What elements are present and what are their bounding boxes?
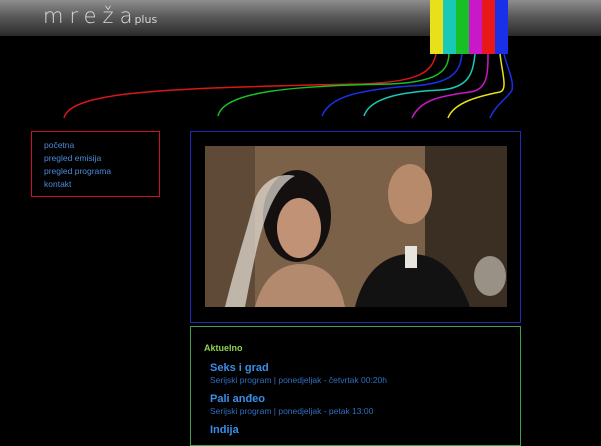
news-item[interactable]: Pali anđeo Serijski program | ponedjelja…: [210, 393, 387, 417]
nav-item-shows[interactable]: pregled emisija: [44, 152, 159, 165]
video-still-image: [205, 146, 507, 307]
main-navigation: početna pregled emisija pregled programa…: [31, 131, 160, 197]
news-item-title[interactable]: Seks i grad: [210, 362, 387, 375]
news-list: Seks i grad Serijski program | ponedjelj…: [210, 362, 387, 444]
news-item-schedule: Serijski program | ponedjeljak - četvrta…: [210, 375, 388, 385]
news-heading: Aktuelno: [204, 343, 243, 353]
nav-item-schedule[interactable]: pregled programa: [44, 165, 159, 178]
news-item[interactable]: Indija: [210, 424, 387, 437]
news-item-schedule: Serijski program | ponedjeljak - petak 1…: [210, 406, 374, 416]
news-item[interactable]: Seks i grad Serijski program | ponedjelj…: [210, 362, 387, 386]
nav-item-home[interactable]: početna: [44, 139, 159, 152]
news-item-title[interactable]: Pali anđeo: [210, 393, 387, 406]
featured-video-frame[interactable]: [205, 146, 507, 307]
news-box: Aktuelno Seks i grad Serijski program | …: [190, 326, 521, 446]
nav-item-contact[interactable]: kontakt: [44, 178, 159, 191]
featured-media-box: [190, 131, 521, 323]
decorative-cables: [63, 53, 514, 119]
news-item-title[interactable]: Indija: [210, 424, 387, 437]
